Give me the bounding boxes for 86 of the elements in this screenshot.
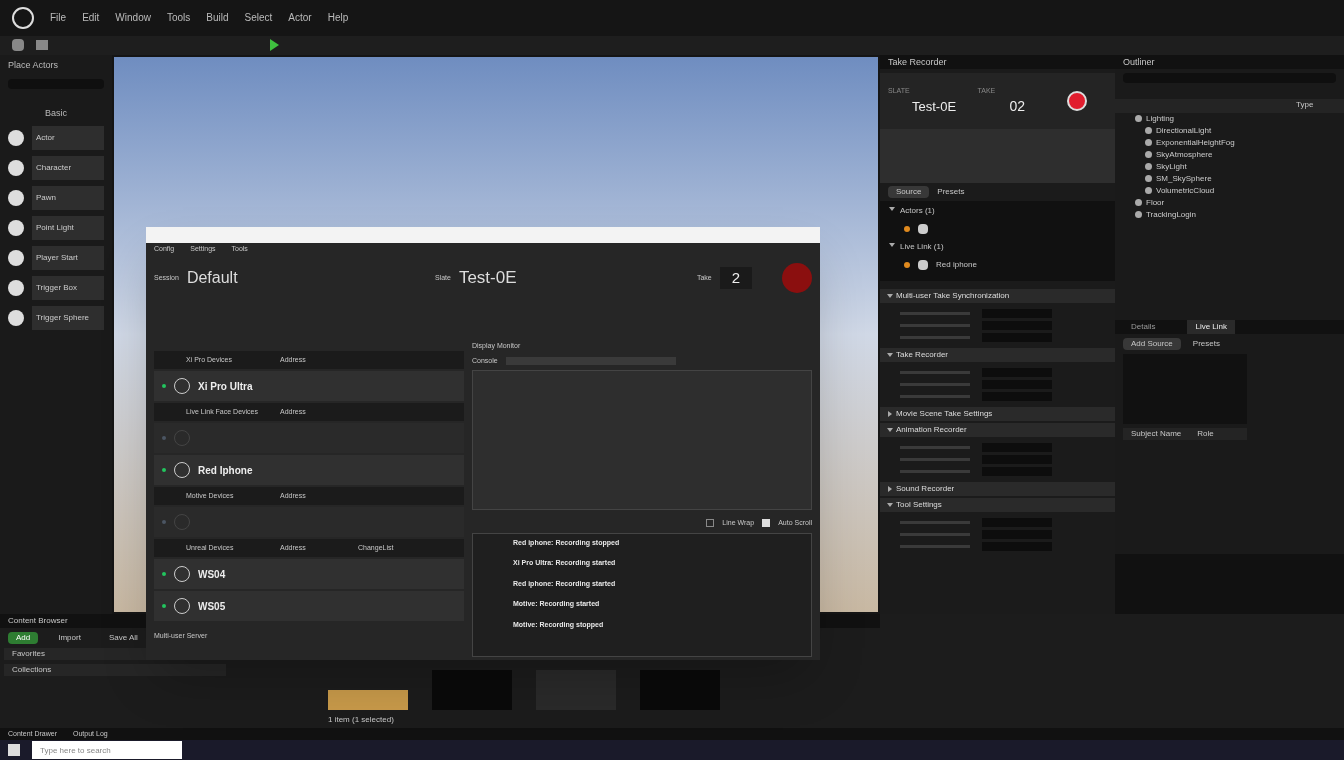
actor-icon — [8, 280, 24, 297]
expander-icon[interactable] — [887, 503, 893, 508]
device-row[interactable] — [154, 507, 464, 537]
actor-icon — [8, 130, 24, 147]
device-row[interactable]: WS05 — [154, 591, 464, 621]
actor-icon — [8, 220, 24, 237]
expander-icon[interactable] — [888, 486, 892, 493]
panel-tab[interactable]: Live Link — [1187, 319, 1236, 334]
actor-item[interactable]: Player Start — [32, 246, 104, 271]
device-name: WS04 — [198, 567, 226, 582]
menu-item[interactable]: Help — [327, 10, 349, 26]
source-item[interactable]: Red iphone — [936, 259, 977, 272]
source-group[interactable]: Live Link (1) — [900, 241, 944, 254]
outliner-item[interactable]: ExponentialHeightFog — [1156, 136, 1235, 149]
menu-item[interactable]: Actor — [288, 10, 312, 26]
folder-icon[interactable] — [36, 40, 48, 51]
column-header: Subject Name — [1131, 427, 1182, 440]
checkbox[interactable] — [762, 519, 771, 528]
presets-button[interactable]: Presets — [937, 186, 965, 199]
actor-icon — [8, 160, 24, 177]
expander-icon[interactable] — [888, 411, 892, 418]
device-name: Xi Pro Ultra — [198, 379, 253, 394]
presets-button[interactable]: Presets — [1192, 337, 1220, 350]
menu-item[interactable]: Edit — [82, 10, 100, 26]
panel-title: Place Actors — [8, 59, 60, 73]
actor-icon — [8, 250, 24, 267]
folder-section[interactable]: Collections — [4, 663, 226, 676]
windows-start-icon[interactable] — [8, 744, 20, 757]
session-name: Default — [186, 268, 239, 288]
actor-item[interactable]: Actor — [32, 126, 104, 151]
add-source-button[interactable]: Add Source — [1123, 337, 1181, 350]
slate-name: Test-0E — [458, 267, 518, 290]
actor-item[interactable]: Trigger Sphere — [32, 306, 104, 331]
expander-icon[interactable] — [887, 353, 893, 358]
actor-item[interactable]: Character — [32, 156, 104, 181]
panel-tab[interactable]: Details — [1123, 319, 1164, 334]
save-icon[interactable] — [12, 39, 24, 52]
actor-icon — [8, 310, 24, 327]
panel-tab[interactable]: Outliner — [1123, 55, 1155, 69]
actor-item[interactable]: Trigger Box — [32, 276, 104, 301]
add-button[interactable]: Add — [8, 631, 39, 644]
app-logo-icon — [12, 6, 34, 29]
menu-item[interactable]: Tools — [166, 10, 191, 26]
column-header: Type — [1296, 99, 1315, 112]
menu-item[interactable]: Window — [115, 10, 151, 26]
record-button[interactable] — [1067, 91, 1087, 112]
device-row[interactable] — [154, 423, 464, 453]
outliner-item[interactable]: TrackingLogin — [1146, 208, 1196, 221]
menu-item[interactable]: Build — [206, 10, 229, 26]
section-header[interactable]: Take Recorder — [896, 349, 949, 362]
category-label: Basic — [44, 106, 68, 120]
outliner-item[interactable]: SM_SkySphere — [1156, 172, 1212, 185]
checkbox[interactable] — [706, 519, 715, 528]
slate-value: Test-0E — [911, 97, 958, 116]
device-name: Red Iphone — [198, 463, 253, 478]
source-icon — [918, 224, 928, 235]
actor-item[interactable]: Point Light — [32, 216, 104, 241]
status-text: 1 item (1 selected) — [327, 713, 395, 726]
outliner-item[interactable]: VolumetricCloud — [1156, 184, 1215, 197]
taskbar-search-field[interactable]: Type here to search — [32, 741, 182, 760]
actor-icon — [8, 190, 24, 207]
column-header: Role — [1197, 427, 1214, 440]
outliner-item[interactable]: SkyLight — [1156, 160, 1187, 173]
expander-icon[interactable] — [887, 428, 893, 433]
device-row[interactable]: WS04 — [154, 559, 464, 589]
save-all-button[interactable]: Save All — [100, 631, 146, 644]
take-field[interactable]: 2 — [719, 266, 752, 290]
actor-item[interactable]: Pawn — [32, 186, 104, 211]
outliner-item[interactable]: Floor — [1146, 196, 1165, 209]
menu-item[interactable]: File — [50, 10, 67, 26]
panel-tab[interactable]: Content Browser — [8, 614, 68, 627]
source-icon — [918, 260, 928, 271]
device-name: WS05 — [198, 599, 226, 614]
expander-icon[interactable] — [887, 294, 893, 299]
menu-item[interactable]: Select — [244, 10, 273, 26]
import-button[interactable]: Import — [50, 631, 89, 644]
device-row[interactable]: Red Iphone — [154, 455, 464, 485]
folder-thumbnail[interactable] — [328, 689, 408, 710]
source-group[interactable]: Actors (1) — [900, 205, 935, 218]
outliner-item[interactable]: Lighting — [1146, 112, 1175, 125]
device-row[interactable]: Xi Pro Ultra — [154, 371, 464, 401]
outliner-item[interactable]: DirectionalLight — [1156, 124, 1212, 137]
section-header[interactable]: Tool Settings — [896, 499, 942, 512]
source-button[interactable]: Source — [888, 186, 930, 199]
outliner-item[interactable]: SkyAtmosphere — [1156, 148, 1213, 161]
take-value: 02 — [1008, 97, 1027, 116]
